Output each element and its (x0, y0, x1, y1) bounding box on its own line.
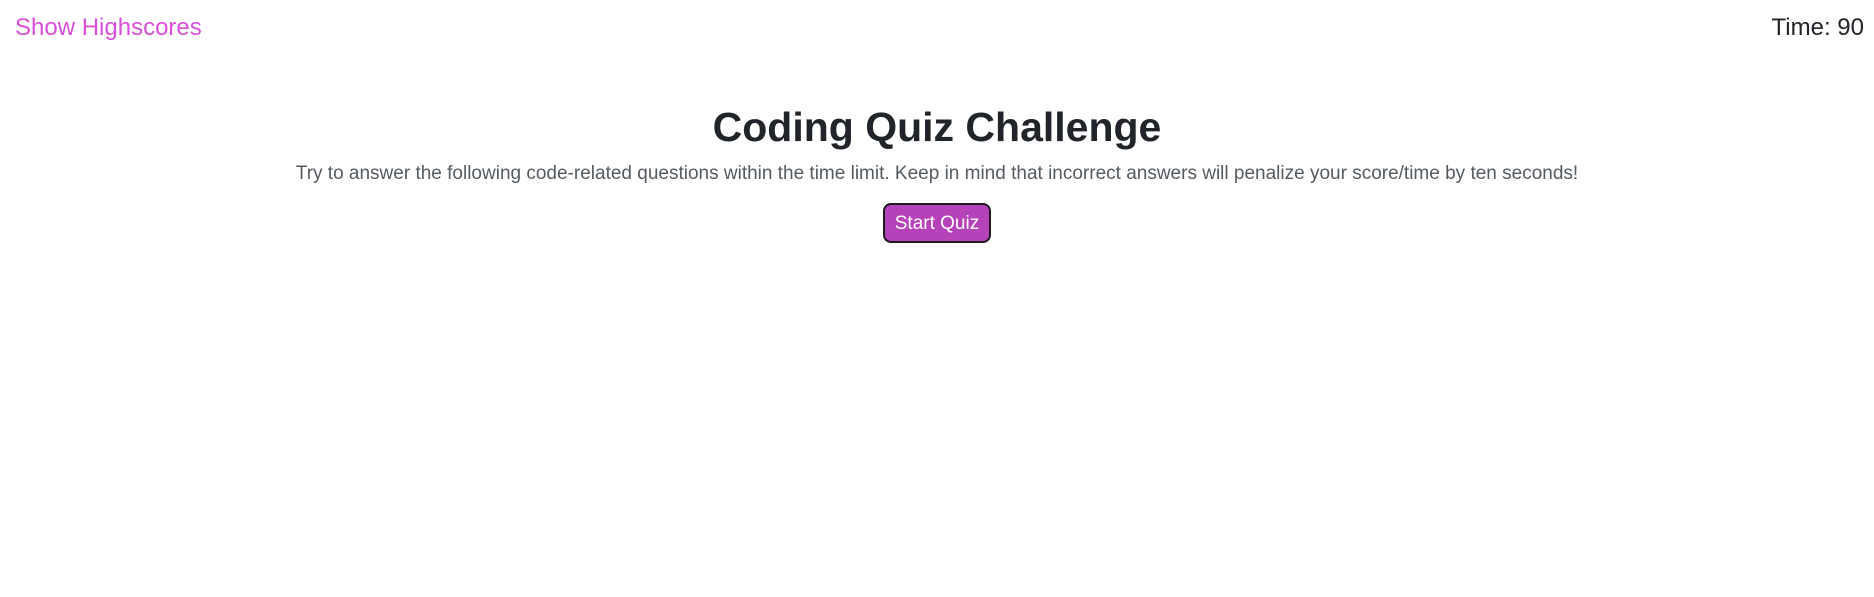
quiz-description: Try to answer the following code-related… (295, 163, 1579, 184)
page-title: Coding Quiz Challenge (712, 104, 1162, 150)
quiz-page: Show Highscores Time: 90 Coding Quiz Cha… (0, 0, 1874, 597)
timer-label: Time: (1771, 14, 1838, 41)
show-highscores-link[interactable]: Show Highscores (15, 12, 202, 44)
top-bar: Show Highscores Time: 90 (0, 0, 1874, 56)
timer: Time: 90 (1772, 12, 1864, 44)
intro-section: Coding Quiz Challenge Try to answer the … (0, 100, 1874, 243)
timer-value: 90 (1837, 14, 1864, 41)
start-quiz-button[interactable]: Start Quiz (882, 203, 992, 243)
